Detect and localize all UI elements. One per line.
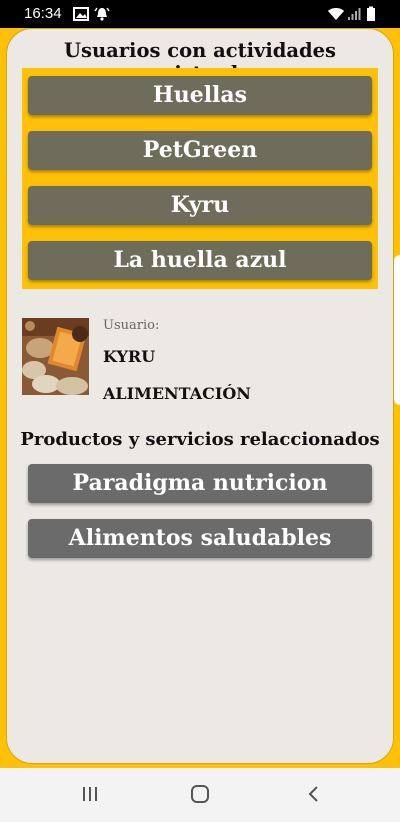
home-icon[interactable]: [190, 784, 210, 804]
status-bar: 16:34: [0, 0, 400, 28]
user-button-petgreen[interactable]: PetGreen: [28, 131, 372, 170]
user-category: ALIMENTACIÓN: [103, 384, 251, 403]
related-button-alimentos-saludables[interactable]: Alimentos saludables: [28, 519, 372, 558]
alarm-bell-icon: [94, 7, 110, 21]
edge-panel-handle[interactable]: [394, 255, 400, 405]
back-icon[interactable]: [304, 784, 324, 804]
recent-apps-icon[interactable]: [80, 784, 100, 804]
wifi-icon: [328, 8, 344, 20]
user-button-la-huella-azul[interactable]: La huella azul: [28, 241, 372, 280]
related-title: Productos y servicios relaccionados: [20, 429, 380, 450]
related-button-paradigma-nutricion[interactable]: Paradigma nutricion: [28, 464, 372, 503]
navigation-bar: [0, 768, 400, 822]
user-label: Usuario:: [103, 318, 160, 333]
image-icon: [73, 7, 89, 21]
status-time: 16:34: [24, 5, 62, 22]
user-button-kyru[interactable]: Kyru: [28, 186, 372, 225]
battery-icon: [367, 6, 375, 21]
user-name: KYRU: [103, 347, 156, 366]
user-avatar: [22, 318, 89, 395]
signal-icon: [348, 8, 361, 20]
user-button-huellas[interactable]: Huellas: [28, 76, 372, 115]
